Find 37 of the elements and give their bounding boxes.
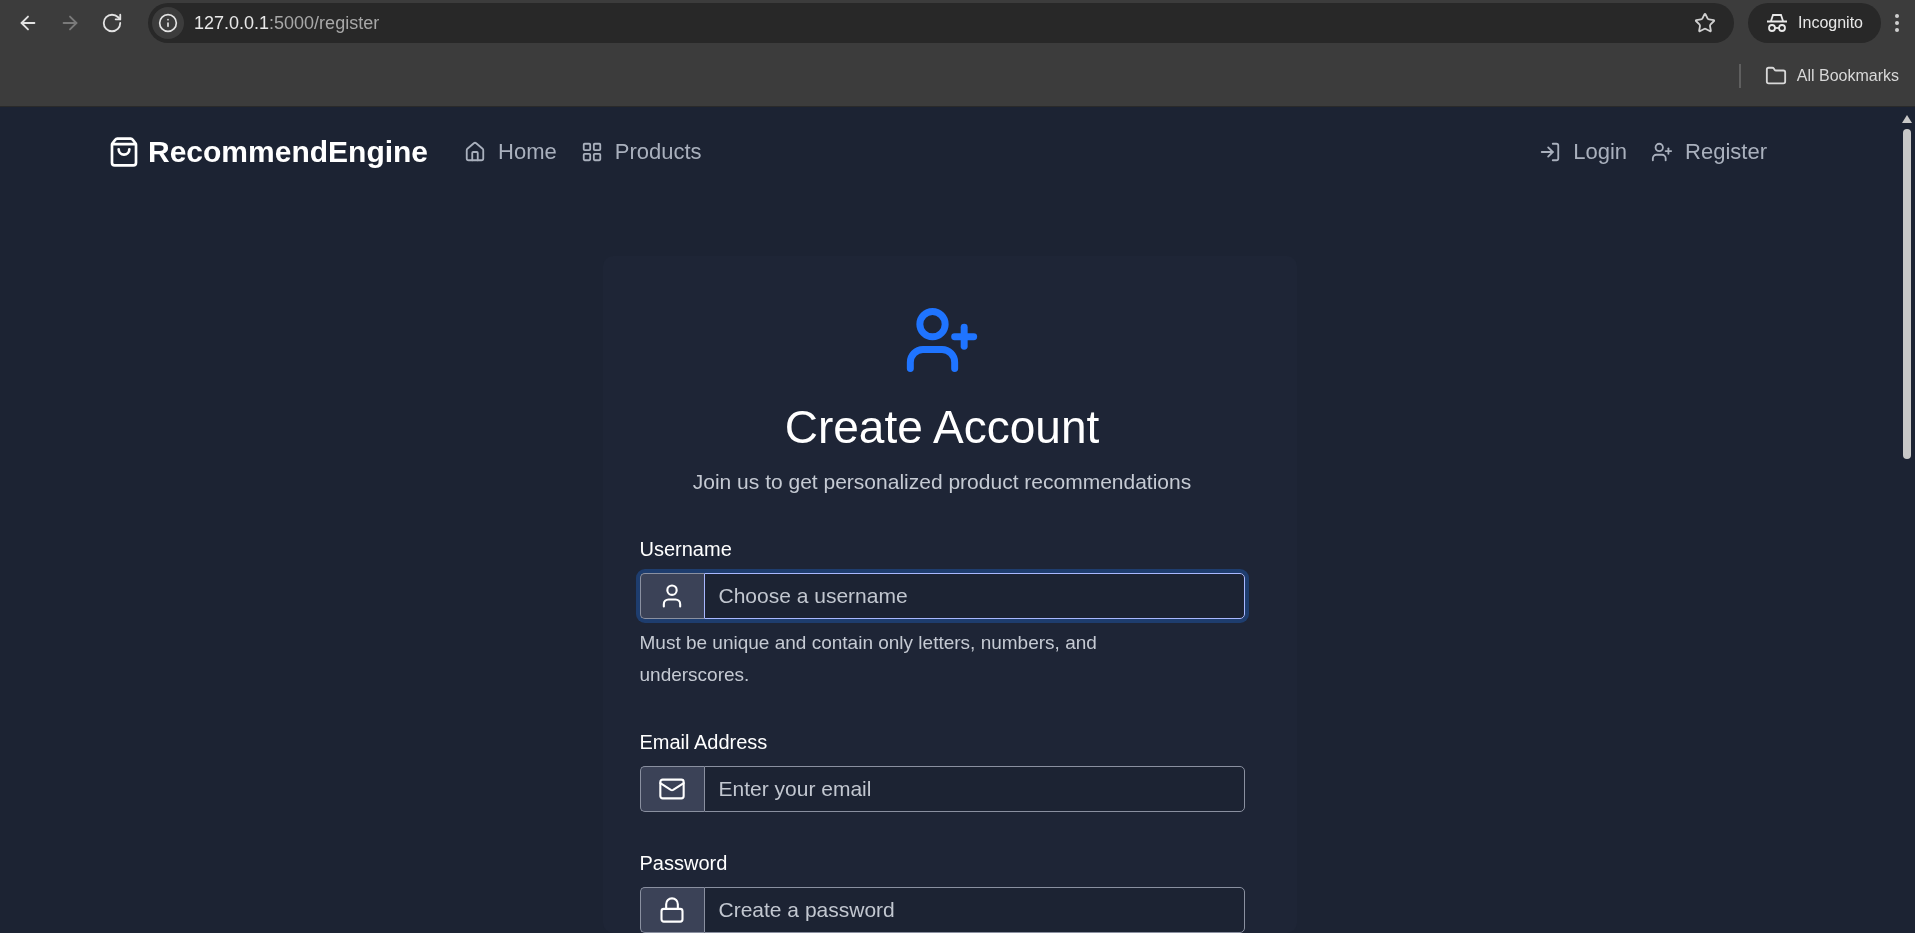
field-label: Email Address: [639, 731, 769, 754]
address-bar[interactable]: 127.0.0.1:5000/register: [148, 3, 1735, 43]
nav-link-label: Products: [614, 139, 702, 165]
shopping-bag-icon: [108, 136, 140, 168]
info-button[interactable]: [152, 7, 184, 39]
nav-link[interactable]: Products: [568, 133, 714, 171]
scrollbar-thumb[interactable]: [1903, 129, 1911, 459]
star-icon: [1694, 12, 1717, 34]
input-field[interactable]: Create a password: [703, 887, 1245, 933]
nav-link[interactable]: Login: [1527, 133, 1640, 171]
info-icon: [158, 13, 178, 33]
nav-link-label: Register: [1685, 139, 1767, 165]
form-subtitle: Join us to get personalized product recommendations: [691, 470, 1193, 494]
field-label: Username: [639, 538, 733, 561]
form-title: Create Account: [783, 400, 1101, 454]
url-text: 127.0.0.1:5000/register: [194, 12, 381, 34]
login-icon: [1539, 141, 1562, 163]
bookmark-folder[interactable]: All Bookmarks: [1764, 61, 1899, 91]
input-field[interactable]: Enter your email: [703, 766, 1245, 812]
nav-link-label: Home: [498, 139, 557, 165]
folder-icon: [1764, 65, 1787, 87]
nav-link-label: Login: [1573, 139, 1628, 165]
nav-link[interactable]: Register: [1639, 133, 1779, 171]
field-label: Password: [639, 852, 729, 875]
input-field[interactable]: Choose a username: [703, 573, 1245, 619]
grid-icon: [580, 141, 603, 163]
lock-icon: [658, 896, 686, 924]
incognito-icon: [1766, 13, 1789, 33]
reload-icon: [101, 12, 123, 34]
incognito-button[interactable]: Incognito: [1748, 3, 1881, 43]
nav-link[interactable]: Home: [452, 133, 569, 171]
menu-icon: [1895, 14, 1899, 32]
help-text: Must be unique and contain only letters, numbers, and underscores.: [639, 631, 1098, 687]
home-icon: [464, 141, 487, 163]
user-plus-icon: [1651, 141, 1674, 163]
bookmark-label: All Bookmarks: [1796, 67, 1899, 85]
scroll-up-icon[interactable]: [1902, 115, 1912, 123]
